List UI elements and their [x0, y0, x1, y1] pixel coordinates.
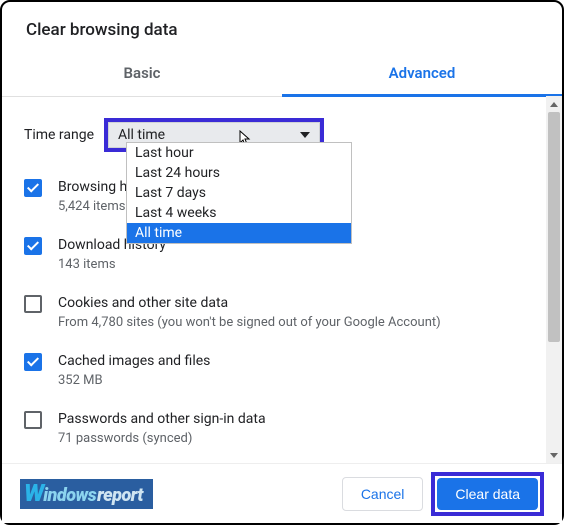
dropdown-option-last-7-days[interactable]: Last 7 days [127, 183, 351, 203]
tab-advanced[interactable]: Advanced [282, 54, 562, 96]
dialog-footer: Windowsreport Cancel Clear data [2, 463, 562, 523]
checkbox-browsing-history[interactable] [24, 179, 42, 197]
dropdown-option-all-time[interactable]: All time [127, 223, 351, 243]
dropdown-option-last-4-weeks[interactable]: Last 4 weeks [127, 203, 351, 223]
checkbox-cached[interactable] [24, 353, 42, 371]
item-passwords: Passwords and other sign-in data 71 pass… [24, 400, 520, 458]
dialog-title: Clear browsing data [2, 2, 562, 54]
watermark-indows: indows [43, 485, 96, 506]
clear-button-highlight: Clear data [431, 472, 544, 516]
dropdown-option-last-hour[interactable]: Last hour [127, 143, 351, 163]
checkbox-download-history[interactable] [24, 237, 42, 255]
time-range-label: Time range [24, 127, 104, 143]
scrollbar[interactable] [546, 96, 562, 463]
checkbox-passwords[interactable] [24, 411, 42, 429]
select-value: All time [118, 127, 300, 143]
time-range-row: Time range All time Last hour Last 24 ho… [24, 96, 520, 164]
cancel-button[interactable]: Cancel [342, 477, 424, 511]
time-range-dropdown: Last hour Last 24 hours Last 7 days Last… [126, 142, 352, 244]
scroll-thumb[interactable] [548, 112, 560, 342]
item-title: Cookies and other site data [58, 293, 520, 313]
item-cookies: Cookies and other site data From 4,780 s… [24, 284, 520, 342]
tabs: Basic Advanced [2, 54, 562, 97]
item-sub: 71 passwords (synced) [58, 429, 520, 449]
watermark-report: report [97, 485, 143, 506]
checkbox-cookies[interactable] [24, 295, 42, 313]
scroll-down-button[interactable] [546, 447, 562, 463]
tab-basic[interactable]: Basic [2, 54, 282, 96]
dropdown-option-last-24-hours[interactable]: Last 24 hours [127, 163, 351, 183]
watermark-w: W [24, 479, 43, 507]
item-sub: From 4,780 sites (you won't be signed ou… [58, 313, 520, 333]
item-cached: Cached images and files 352 MB [24, 342, 520, 400]
item-sub: 352 MB [58, 371, 520, 391]
scroll-up-button[interactable] [546, 96, 562, 112]
watermark: Windowsreport [20, 479, 334, 509]
item-title: Passwords and other sign-in data [58, 409, 520, 429]
item-sub: 143 items [58, 255, 520, 275]
clear-data-button[interactable]: Clear data [437, 478, 538, 510]
scroll-area: Time range All time Last hour Last 24 ho… [2, 96, 562, 463]
item-title: Cached images and files [58, 351, 520, 371]
chevron-down-icon [300, 132, 310, 138]
